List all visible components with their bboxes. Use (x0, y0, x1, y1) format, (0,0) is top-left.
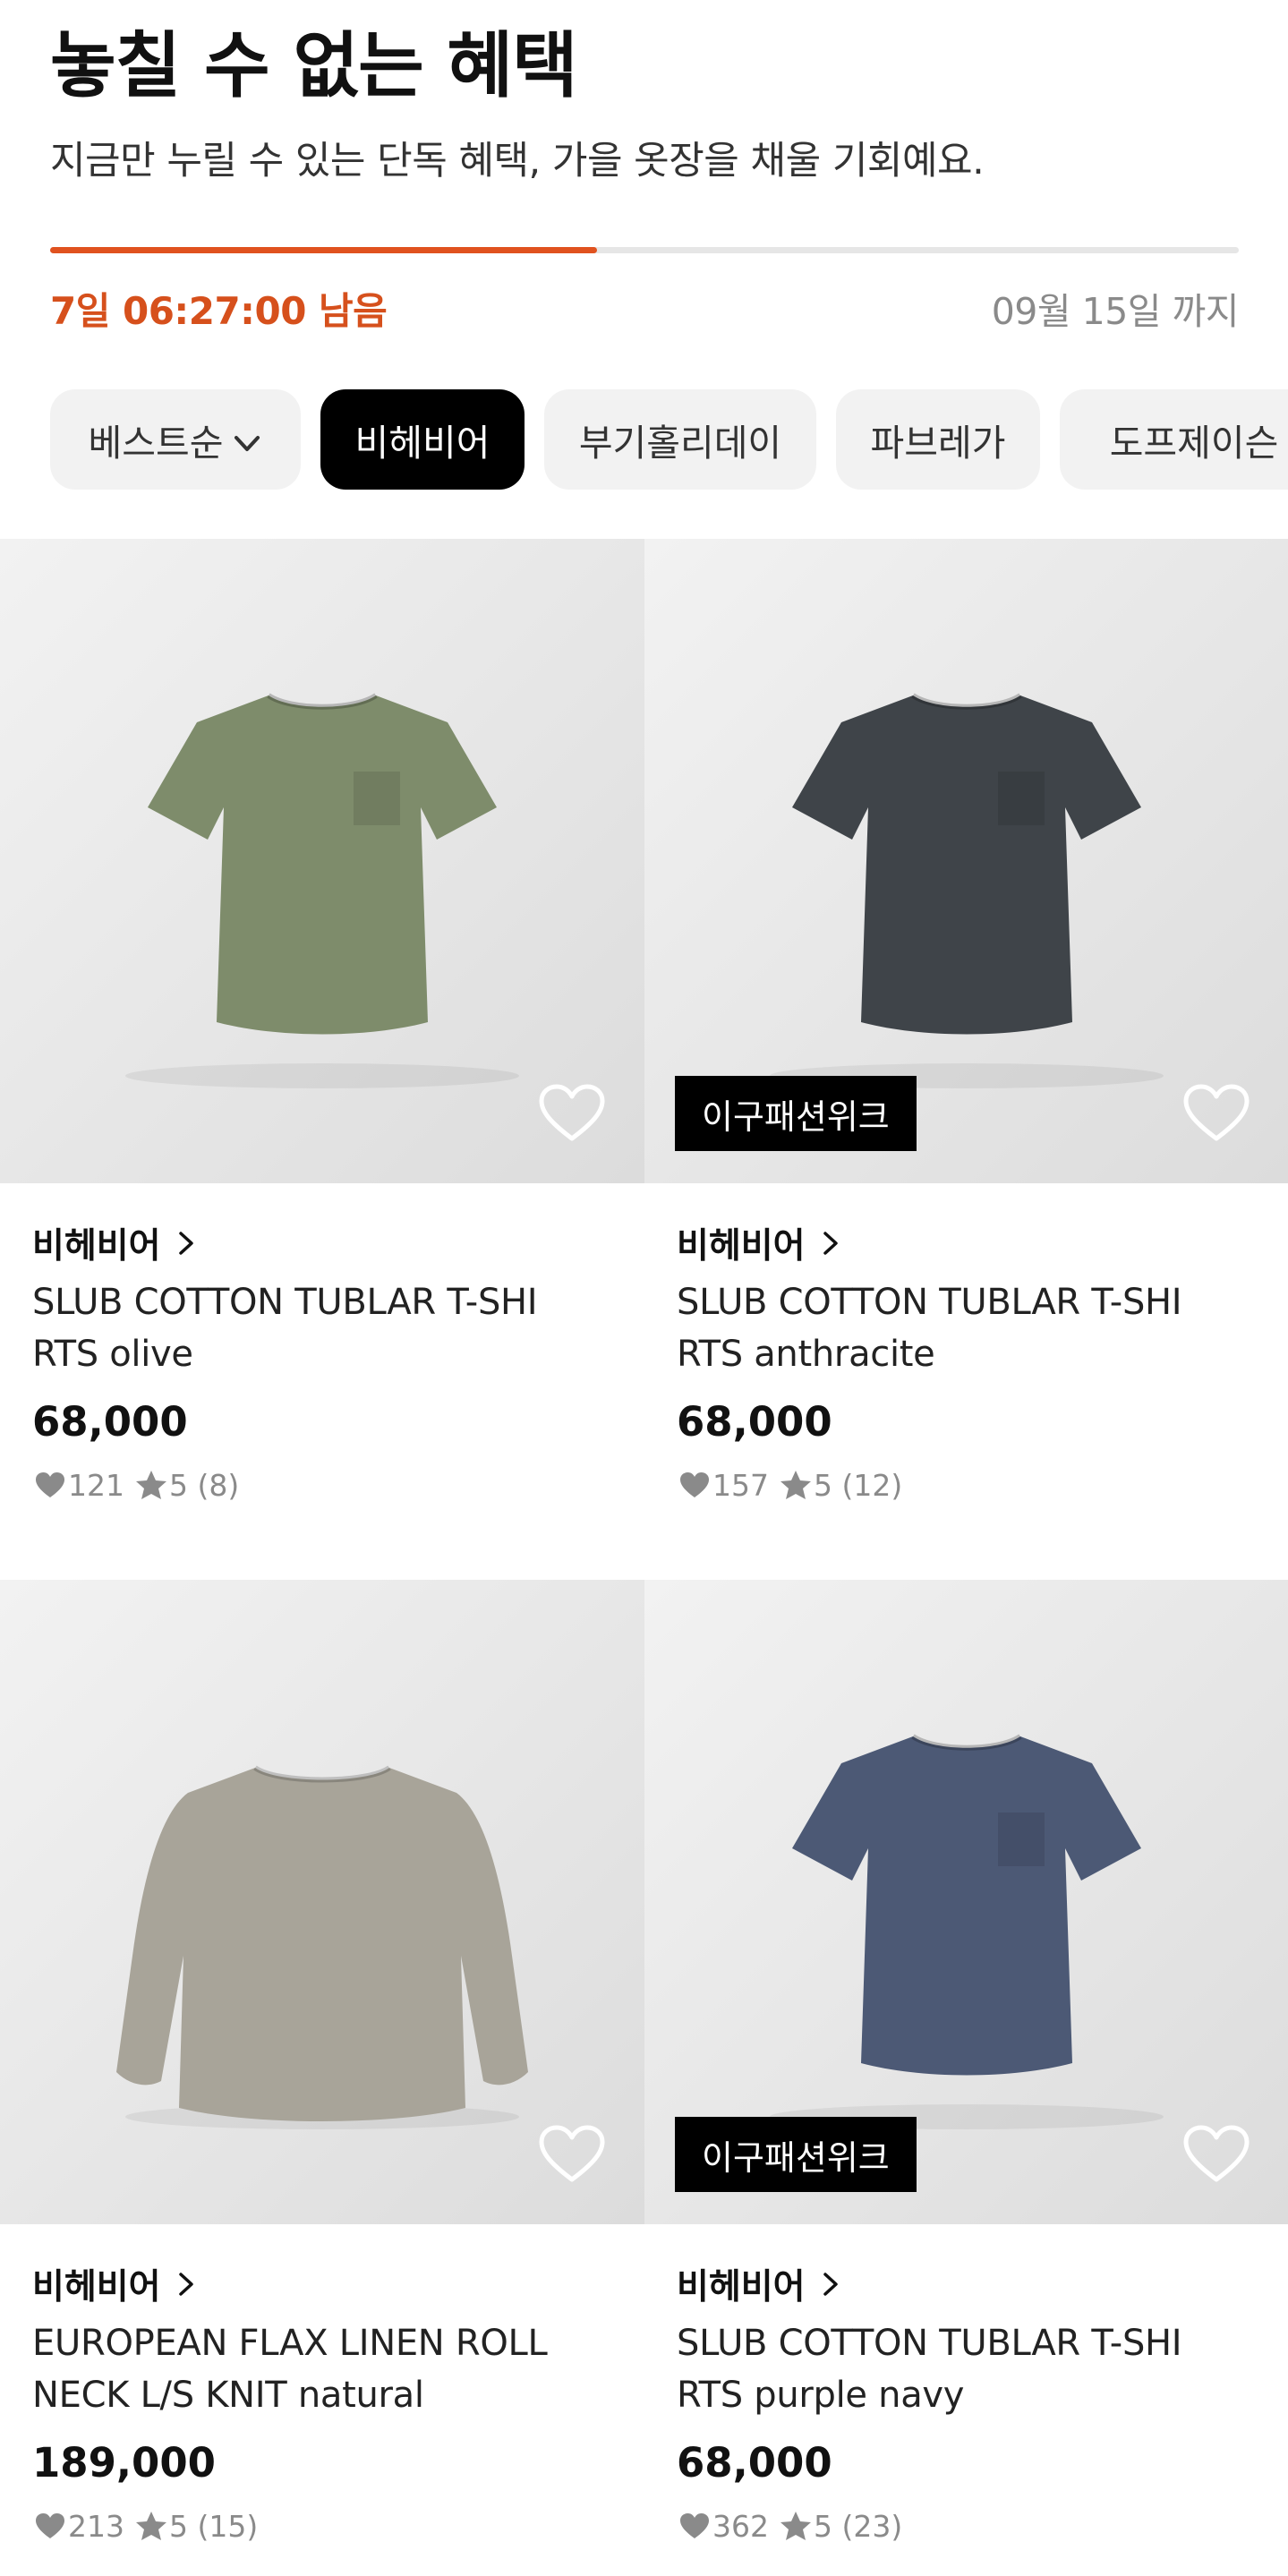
star-icon (778, 1467, 814, 1503)
brand-link[interactable]: 비헤비어 (32, 1221, 623, 1267)
page-title: 놓칠 수 없는 혜택 (50, 24, 578, 107)
like-count: 121 (68, 1467, 124, 1503)
product-name[interactable]: SLUB COTTON TUBLAR T-SHI RTS anthracite (677, 1276, 1267, 1380)
deadline-text: 09월 15일 까지 (991, 290, 1240, 333)
brand-link[interactable]: 비헤비어 (677, 2262, 1267, 2307)
brand-link[interactable]: 비헤비어 (32, 2262, 623, 2307)
product-stats: 213 5 (15) (32, 2506, 623, 2546)
promo-badge: 이구패션위크 (675, 2117, 917, 2192)
product-stats: 157 5 (12) (677, 1465, 1267, 1505)
promo-badge: 이구패션위크 (675, 1076, 917, 1151)
page-subtitle: 지금만 누릴 수 있는 단독 혜택, 가을 옷장을 채울 기회예요. (50, 139, 985, 183)
product-stats: 362 5 (23) (677, 2506, 1267, 2546)
rating-text: 5 (23) (814, 2508, 903, 2544)
heart-icon (677, 2508, 712, 2544)
filter-chip-boogie-holiday[interactable]: 부기홀리데이 (544, 389, 816, 490)
chevron-down-icon (232, 424, 262, 455)
product-price: 68,000 (677, 1398, 832, 1446)
brand-name: 비헤비어 (32, 2267, 161, 2307)
product-name[interactable]: SLUB COTTON TUBLAR T-SHI RTS olive (32, 1276, 623, 1380)
chevron-right-icon (178, 2273, 193, 2296)
sort-label: 베스트순 (88, 422, 224, 465)
wishlist-heart-button[interactable] (532, 2117, 612, 2192)
chevron-right-icon (823, 1232, 838, 1255)
product-price: 189,000 (32, 2439, 216, 2486)
wishlist-heart-button[interactable] (1176, 2117, 1257, 2192)
chevron-right-icon (178, 1232, 193, 1255)
chevron-right-icon (823, 2273, 838, 2296)
filter-chip-behavior[interactable]: 비헤비어 (320, 389, 525, 490)
brand-link[interactable]: 비헤비어 (677, 1221, 1267, 1267)
like-count: 157 (712, 1467, 769, 1503)
brand-name: 비헤비어 (677, 1226, 806, 1267)
product-price: 68,000 (32, 1398, 188, 1446)
wishlist-heart-button[interactable] (532, 1076, 612, 1151)
product-name[interactable]: EUROPEAN FLAX LINEN ROLL NECK L/S KNIT na… (32, 2317, 623, 2421)
filter-chip-dope-jason[interactable]: 도프제이슨 (1060, 389, 1288, 490)
like-count: 213 (68, 2508, 124, 2544)
countdown-progress-fill (50, 247, 597, 253)
countdown-row: 7일 06:27:00 남음 09월 15일 까지 (50, 279, 1240, 337)
countdown-timer: 7일 06:27:00 남음 (50, 288, 388, 333)
wishlist-heart-button[interactable] (1176, 1076, 1257, 1151)
brand-name: 비헤비어 (32, 1226, 161, 1267)
star-icon (133, 1467, 169, 1503)
product-price: 68,000 (677, 2439, 832, 2486)
sort-dropdown[interactable]: 베스트순 (50, 389, 301, 490)
star-icon (133, 2508, 169, 2544)
product-name[interactable]: SLUB COTTON TUBLAR T-SHI RTS purple navy (677, 2317, 1267, 2421)
brand-name: 비헤비어 (677, 2267, 806, 2307)
star-icon (778, 2508, 814, 2544)
rating-text: 5 (15) (169, 2508, 259, 2544)
rating-text: 5 (12) (814, 1467, 903, 1503)
filter-chip-bar: 베스트순 비헤비어 부기홀리데이 파브레가 도프제이슨 (50, 389, 1288, 490)
heart-icon (677, 1467, 712, 1503)
heart-icon (32, 2508, 68, 2544)
rating-text: 5 (8) (169, 1467, 240, 1503)
like-count: 362 (712, 2508, 769, 2544)
promo-header: 놓칠 수 없는 혜택 지금만 누릴 수 있는 단독 혜택, 가을 옷장을 채울 … (50, 16, 1239, 188)
filter-chip-fabrega[interactable]: 파브레가 (836, 389, 1040, 490)
product-stats: 121 5 (8) (32, 1465, 623, 1505)
countdown-progress-bar (50, 247, 1239, 253)
heart-icon (32, 1467, 68, 1503)
